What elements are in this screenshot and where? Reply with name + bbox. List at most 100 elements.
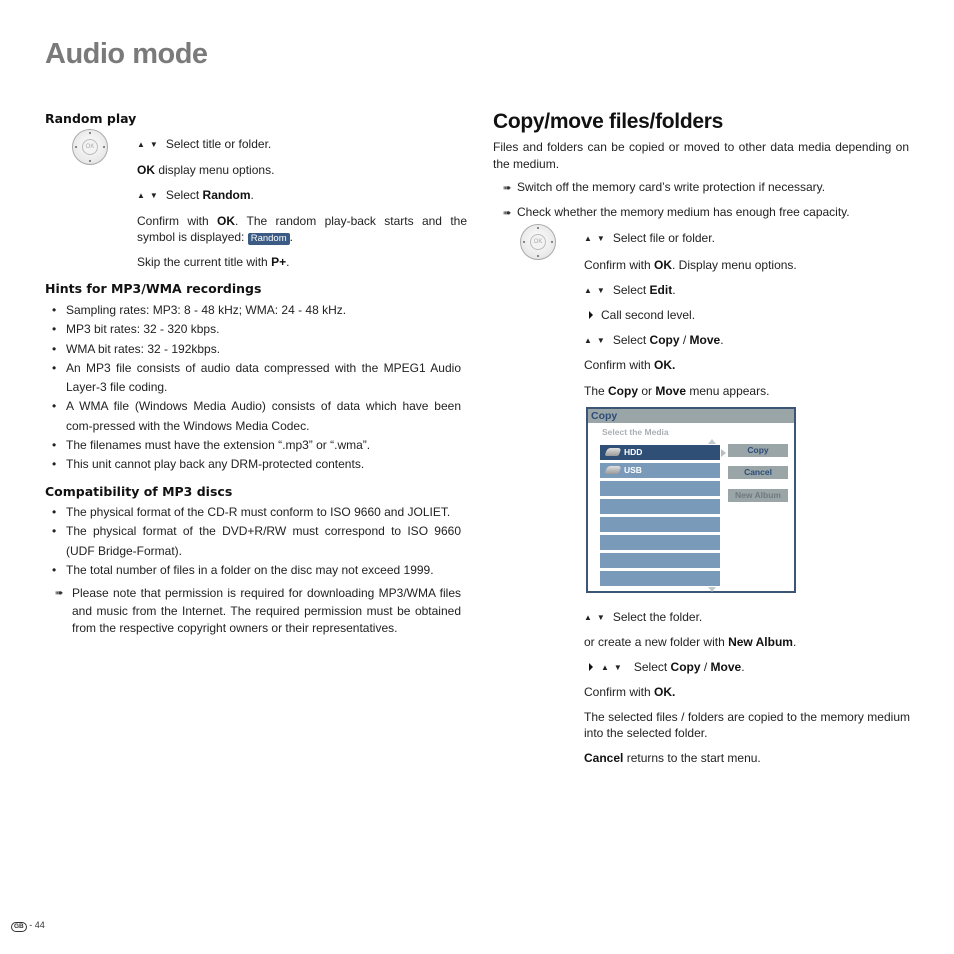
random-key: Random: [202, 188, 251, 202]
copy-menu-dialog: Copy Select the Media HDD USB Copy Cance…: [586, 407, 796, 593]
step-text: display menu options.: [155, 163, 275, 177]
edit-key: Edit: [649, 283, 673, 297]
right-arrow-icon: [589, 663, 593, 671]
new-album-button[interactable]: New Album: [728, 489, 788, 502]
page-number: - 44: [29, 920, 45, 930]
punct: .: [672, 283, 676, 297]
punct: .: [792, 635, 797, 649]
up-down-arrows-icon: ▲▼: [584, 286, 610, 295]
cancel-button[interactable]: Cancel: [728, 466, 788, 479]
up-down-arrows-icon: ▲▼: [584, 234, 610, 243]
random-play-steps: ▲▼ Select title or folder. OK display men…: [137, 136, 467, 270]
compat-heading: Compatibility of MP3 discs: [45, 484, 233, 499]
step-text: Select: [165, 188, 203, 202]
media-item-empty[interactable]: [600, 535, 720, 550]
note-text: Please note that permission is required …: [72, 586, 461, 635]
media-list: HDD USB: [600, 445, 720, 589]
copy-steps-bottom: ▲▼ Select the folder. or create a new fol…: [584, 609, 910, 766]
compat-list: The physical format of the CD-R must con…: [45, 503, 461, 580]
scroll-up-icon[interactable]: [708, 439, 716, 444]
media-item-empty[interactable]: [600, 481, 720, 496]
note-arrow-icon: ➠: [55, 588, 64, 599]
remote-navigation-joystick-icon: OK: [520, 224, 556, 260]
step-text: returns to the start menu.: [623, 751, 761, 765]
note-write-protection: ➠ Switch off the memory card’s write prot…: [503, 180, 913, 194]
step-text: or create a new folder with: [584, 635, 729, 649]
step-text: Call second level.: [601, 308, 696, 322]
step-text: Confirm with: [584, 258, 655, 272]
remote-navigation-joystick-icon: OK: [72, 129, 108, 165]
media-item-usb[interactable]: USB: [600, 463, 720, 478]
step-text: Select: [612, 333, 650, 347]
step-text: Confirm with: [137, 214, 218, 228]
step-text: Select title or folder.: [165, 137, 272, 151]
step-text: . Display menu options.: [672, 258, 797, 272]
step-text: Select the folder.: [612, 610, 703, 624]
up-down-arrows-icon: ▲▼: [584, 613, 610, 622]
cancel-key: Cancel: [584, 751, 624, 765]
intro-text: Files and folders can be copied or moved…: [493, 140, 909, 171]
page-footer: GB - 44: [11, 920, 45, 932]
ok-key: OK.: [654, 358, 676, 372]
copy-menu-title: Copy: [588, 409, 794, 423]
step-text: Confirm with: [584, 358, 655, 372]
hints-list: Sampling rates: MP3: 8 - 48 kHz; WMA: 24…: [45, 301, 461, 475]
media-item-empty[interactable]: [600, 517, 720, 532]
list-item: This unit cannot play back any DRM-prote…: [45, 455, 461, 475]
p-plus-key: P+: [271, 255, 287, 269]
punct: .: [289, 230, 293, 244]
copy-key: Copy: [608, 384, 639, 398]
punct: .: [741, 660, 745, 674]
step-text: Select: [612, 283, 650, 297]
punct: .: [250, 188, 254, 202]
region-badge: GB: [11, 922, 27, 932]
media-item-hdd[interactable]: HDD: [600, 445, 720, 460]
punct: .: [286, 255, 290, 269]
up-down-arrows-icon: ▲▼: [584, 336, 610, 345]
copy-menu-subtitle: Select the Media: [602, 427, 669, 437]
list-item: MP3 bit rates: 32 - 320 kbps.: [45, 320, 461, 340]
media-label: HDD: [624, 447, 643, 457]
list-item: The filenames must have the extension “.…: [45, 436, 461, 456]
step-text: The: [584, 384, 609, 398]
up-down-arrows-icon: ▲▼: [137, 140, 163, 149]
copy-button[interactable]: Copy: [728, 444, 788, 457]
list-item: The physical format of the CD-R must con…: [45, 503, 461, 523]
note-arrow-icon: ➠: [503, 183, 512, 194]
copy-steps-top: ▲▼ Select file or folder. Confirm with OK…: [584, 230, 910, 399]
ok-key: OK: [654, 258, 673, 272]
ok-key: OK: [137, 163, 155, 177]
list-item: An MP3 file consists of audio data compr…: [45, 359, 461, 398]
list-item: Sampling rates: MP3: 8 - 48 kHz; WMA: 24…: [45, 301, 461, 321]
new-album-key: New Album: [728, 635, 793, 649]
list-item: The total number of files in a folder on…: [45, 561, 461, 581]
media-item-empty[interactable]: [600, 553, 720, 568]
drive-icon: [604, 448, 622, 456]
random-play-heading: Random play: [45, 111, 137, 126]
permission-note: ➠ Please note that permission is require…: [55, 585, 461, 638]
scroll-down-icon[interactable]: [708, 587, 716, 592]
ok-key: OK.: [654, 685, 676, 699]
step-text: Confirm with: [584, 685, 655, 699]
move-key: Move: [710, 660, 742, 674]
media-item-empty[interactable]: [600, 571, 720, 586]
result-text: The selected files / folders are copied …: [584, 710, 910, 740]
punct: /: [700, 660, 711, 674]
step-text: Skip the current title with: [137, 255, 272, 269]
punct: /: [679, 333, 690, 347]
page-title: Audio mode: [45, 38, 208, 70]
random-symbol-badge: Random: [247, 233, 290, 245]
copy-key: Copy: [670, 660, 701, 674]
list-item: A WMA file (Windows Media Audio) consist…: [45, 397, 461, 436]
section-heading: Copy/move files/folders: [493, 110, 723, 133]
media-item-empty[interactable]: [600, 499, 720, 514]
step-text: or: [638, 384, 656, 398]
step-text: Select: [633, 660, 671, 674]
selection-arrow-icon: [721, 449, 726, 457]
note-text: Switch off the memory card’s write prote…: [517, 180, 826, 194]
copy-key: Copy: [649, 333, 680, 347]
right-arrow-icon: [589, 311, 593, 319]
hints-heading: Hints for MP3/WMA recordings: [45, 281, 262, 296]
note-arrow-icon: ➠: [503, 208, 512, 219]
note-free-capacity: ➠ Check whether the memory medium has eno…: [503, 205, 913, 219]
